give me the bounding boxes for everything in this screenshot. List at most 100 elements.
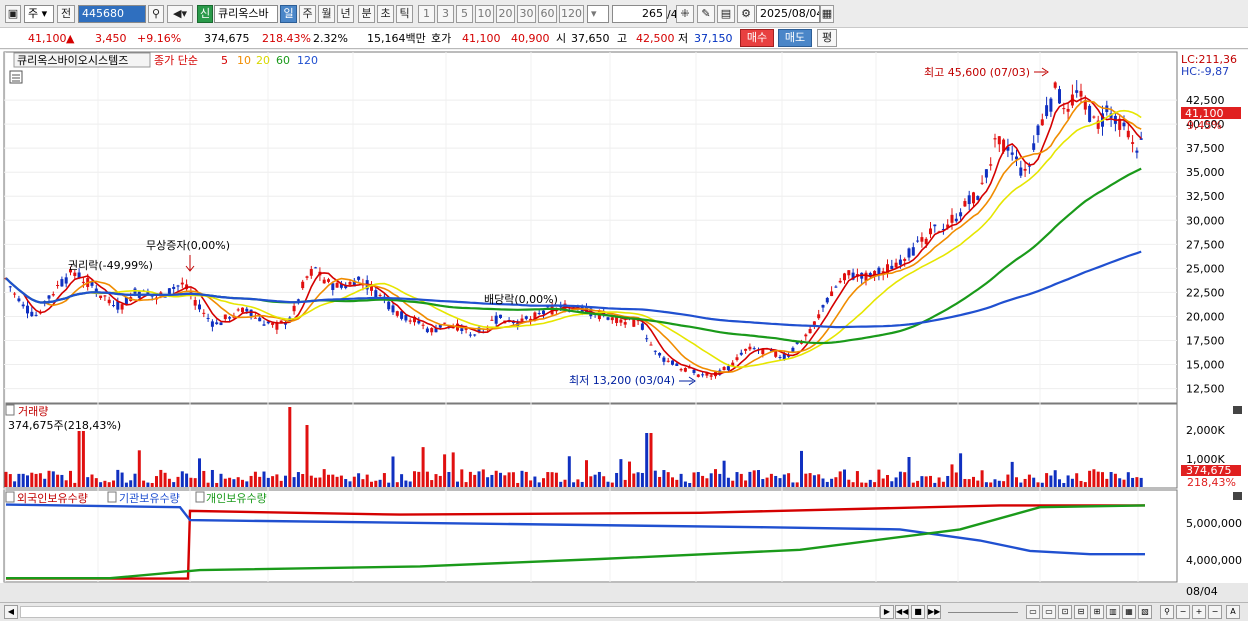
volume-bar — [744, 480, 748, 487]
volume-bar — [941, 481, 945, 487]
volume-bar — [167, 478, 171, 487]
candle-body — [1075, 90, 1079, 93]
ma-legend-title: 종가 단순 — [154, 54, 198, 67]
period-minute-button[interactable]: 분 — [358, 5, 375, 23]
period-select[interactable]: 주 ▾ — [24, 5, 54, 23]
font-size-icon[interactable]: A — [1226, 605, 1240, 619]
layout8-icon[interactable]: ▧ — [1138, 605, 1152, 619]
layout4-icon[interactable]: ⊟ — [1074, 605, 1088, 619]
scroll-left-icon[interactable]: ◀ — [4, 605, 18, 619]
volume-bar — [632, 473, 636, 487]
period-month-button[interactable]: 월 — [318, 5, 335, 23]
save-icon[interactable]: ▤ — [717, 5, 735, 23]
institution-legend: 기관보유수량 — [119, 492, 180, 505]
candle-body — [408, 320, 412, 322]
zoom-slider[interactable] — [948, 612, 1018, 613]
split-icon[interactable]: ⁜ — [676, 5, 694, 23]
volume-bar — [834, 477, 838, 487]
holdings-panel-toggle[interactable] — [5, 491, 15, 503]
rewind-icon[interactable]: ◀◀ — [895, 605, 909, 619]
zoom-out-icon[interactable]: − — [1176, 605, 1190, 619]
prev-button[interactable]: 전 — [57, 5, 75, 23]
volume-bar — [920, 476, 924, 487]
volume-bar — [735, 472, 739, 487]
volume-bar — [13, 481, 17, 487]
speaker-icon[interactable]: ◀▾ — [167, 5, 193, 23]
interval-120-button[interactable]: 120 — [559, 5, 584, 23]
volume-close-icon[interactable] — [1233, 406, 1242, 414]
candle-body — [649, 344, 653, 346]
period-week-button[interactable]: 주 — [299, 5, 316, 23]
chart-type-icon[interactable]: ▣ — [5, 5, 21, 23]
count-input[interactable]: 265 — [612, 5, 667, 23]
layout7-icon[interactable]: ▦ — [1122, 605, 1136, 619]
open-label: 시 — [556, 32, 567, 45]
search-icon[interactable]: ⚲ — [148, 5, 164, 23]
zoom-in-icon[interactable]: + — [1192, 605, 1206, 619]
interval-5-button[interactable]: 5 — [456, 5, 473, 23]
candle-body — [701, 374, 705, 376]
buy-button[interactable]: 매수 — [740, 29, 774, 47]
stop-icon[interactable]: ■ — [911, 605, 925, 619]
candle-body — [997, 136, 1001, 145]
interval-20-button[interactable]: 20 — [496, 5, 515, 23]
volume-bar — [705, 478, 709, 487]
period-tick-button[interactable]: 틱 — [396, 5, 413, 23]
interval-dropdown[interactable]: ▾ — [587, 5, 609, 23]
y-tick-label: 22,500 — [1186, 286, 1225, 299]
gear-icon[interactable]: ⚙ — [737, 5, 755, 23]
period-day-button[interactable]: 일 — [280, 5, 297, 23]
volume-bar — [675, 479, 679, 487]
scroll-track[interactable] — [20, 606, 880, 618]
volume-bar — [864, 482, 868, 487]
candle-body — [542, 310, 545, 315]
volume-bar — [683, 481, 687, 487]
candle-body — [60, 279, 64, 287]
interval-60-button[interactable]: 60 — [538, 5, 557, 23]
period-year-button[interactable]: 년 — [337, 5, 354, 23]
zoom-minus-icon[interactable]: − — [1208, 605, 1222, 619]
period-second-button[interactable]: 초 — [377, 5, 394, 23]
eval-button[interactable]: 평 — [817, 29, 837, 47]
volume-bar — [434, 474, 438, 487]
holdings-close-icon[interactable] — [1233, 492, 1242, 500]
volume-bar — [473, 474, 477, 487]
volume-bar — [1006, 474, 1010, 487]
chart-area[interactable]: 42,500 40,000 37,500 35,000 32,500 30,000 27,5… — [0, 50, 1248, 603]
volume-bar — [623, 479, 627, 487]
volume-bar — [653, 470, 657, 487]
date-input[interactable]: 2025/08/04 — [756, 5, 820, 23]
volume-bar — [692, 472, 696, 487]
stock-name-field[interactable]: 큐리옥스바 — [214, 5, 278, 23]
candle-body — [825, 297, 829, 303]
volume-bar — [494, 470, 498, 487]
interval-30-button[interactable]: 30 — [517, 5, 536, 23]
zoom-search-icon[interactable]: ⚲ — [1160, 605, 1174, 619]
layout6-icon[interactable]: ▥ — [1106, 605, 1120, 619]
sell-button[interactable]: 매도 — [778, 29, 812, 47]
candle-body — [967, 195, 971, 205]
volume-bar — [761, 479, 765, 487]
volume-bar — [542, 478, 545, 487]
layout1-icon[interactable]: ▭ — [1026, 605, 1040, 619]
interval-10-button[interactable]: 10 — [475, 5, 494, 23]
volume-bar — [241, 479, 244, 487]
layout3-icon[interactable]: ⊡ — [1058, 605, 1072, 619]
volume-bar — [1049, 475, 1053, 487]
draw-tool-icon[interactable]: ✎ — [697, 5, 715, 23]
interval-1-button[interactable]: 1 — [418, 5, 435, 23]
layout5-icon[interactable]: ⊞ — [1090, 605, 1104, 619]
candle-body — [989, 164, 993, 166]
volume-bar — [443, 454, 447, 487]
stock-code-input[interactable]: 445680 — [78, 5, 146, 23]
scroll-right-icon[interactable]: ▶ — [880, 605, 894, 619]
candle-body — [920, 237, 924, 242]
volume-panel-toggle[interactable] — [5, 404, 15, 416]
layout2-icon[interactable]: ▭ — [1042, 605, 1056, 619]
play-icon[interactable]: ▶▶ — [927, 605, 941, 619]
calendar-icon[interactable]: ▦ — [820, 5, 834, 23]
individual-toggle[interactable] — [195, 491, 205, 503]
stock-chart[interactable]: 42,50040,00037,50035,00032,50030,00027,5… — [0, 50, 1248, 603]
interval-3-button[interactable]: 3 — [437, 5, 454, 23]
institution-toggle[interactable] — [107, 491, 117, 503]
